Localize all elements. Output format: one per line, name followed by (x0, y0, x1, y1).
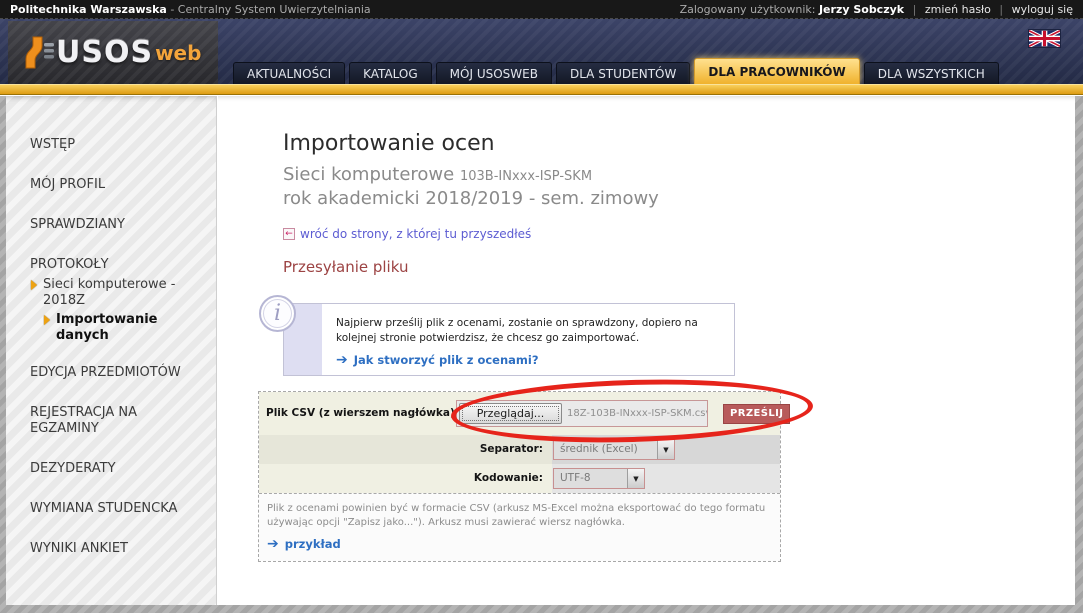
course-subtitle: Sieci komputerowe 103B-INxxx-ISP-SKM (283, 164, 592, 185)
chevron-down-icon: ▼ (627, 469, 644, 488)
separator-field-cell: średnik (Excel) ▼ (552, 435, 780, 464)
page-frame-bottom (0, 605, 1083, 613)
file-row: Plik CSV (z wierszem nagłówka): Przegląd… (259, 392, 780, 435)
tab-katalog[interactable]: KATALOG (349, 62, 432, 84)
back-arrow-icon: ← (283, 228, 295, 240)
back-link-label: wróć do strony, z której tu przyszedłeś (300, 227, 531, 241)
info-icon: i (259, 295, 296, 332)
section-heading: Przesyłanie pliku (283, 258, 408, 276)
info-text: Najpierw prześlij plik z ocenami, zostan… (336, 316, 724, 346)
chevron-down-icon: ▼ (657, 440, 674, 459)
sidebar-subitem-label: Sieci komputerowe - 2018Z (43, 277, 202, 309)
example-link[interactable]: ➔ przykład (267, 537, 772, 551)
sidebar-subitem-sieci-komputerowe[interactable]: Sieci komputerowe - 2018Z (30, 277, 202, 309)
sidebar-item-edycja-przedmiotow[interactable]: EDYCJA PRZEDMIOTÓW (30, 365, 202, 381)
browse-button[interactable]: Przeglądaj... (459, 403, 562, 424)
form-note: Plik z ocenami powinien być w formacie C… (259, 493, 780, 561)
logged-in-user: Jerzy Sobczyk (819, 3, 904, 16)
header: USOSweb AKTUALNOŚCI KATALOG MÓJ USOSWEB … (0, 19, 1083, 84)
sidebar-item-wstep[interactable]: WSTĘP (30, 137, 202, 153)
tab-aktualnosci[interactable]: AKTUALNOŚCI (233, 62, 345, 84)
encoding-select[interactable]: UTF-8 ▼ (553, 468, 645, 489)
usosweb-logo[interactable]: USOSweb (8, 21, 218, 84)
blue-arrow-icon: ➔ (267, 538, 279, 550)
upload-form: Plik CSV (z wierszem nagłówka): Przegląd… (258, 391, 781, 562)
tab-dla-studentow[interactable]: DLA STUDENTÓW (556, 62, 690, 84)
sidebar-item-moj-profil[interactable]: MÓJ PROFIL (30, 177, 202, 193)
separator: | (913, 3, 917, 16)
logged-in-label: Zalogowany użytkownik: (680, 3, 816, 16)
gold-accent-bar (0, 84, 1083, 95)
separator-row: Separator: średnik (Excel) ▼ (259, 435, 780, 464)
encoding-field-cell: UTF-8 ▼ (552, 464, 780, 493)
page-title: Importowanie ocen (283, 131, 495, 156)
logo-text-usos: USOS (56, 35, 153, 70)
selected-file-name: 18Z-103B-INxxx-ISP-SKM.csv (567, 401, 707, 426)
main-nav: AKTUALNOŚCI KATALOG MÓJ USOSWEB DLA STUD… (233, 58, 999, 84)
info-box: i Najpierw prześlij plik z ocenami, zost… (283, 303, 735, 376)
tab-dla-pracownikow[interactable]: DLA PRACOWNIKÓW (694, 58, 859, 84)
tab-moj-usosweb[interactable]: MÓJ USOSWEB (436, 62, 552, 84)
encoding-label: Kodowanie: (259, 464, 552, 493)
institution-name: Politechnika Warszawska (10, 3, 167, 16)
academic-term: rok akademicki 2018/2019 - sem. zimowy (283, 188, 659, 209)
usos-flame-icon (20, 34, 56, 72)
course-code: 103B-INxxx-ISP-SKM (460, 169, 592, 184)
sidebar-item-sprawdziany[interactable]: SPRAWDZIANY (30, 217, 202, 233)
arrow-bullet-icon (31, 280, 37, 290)
uk-flag-icon[interactable] (1028, 29, 1061, 48)
separator-select[interactable]: średnik (Excel) ▼ (553, 439, 675, 460)
separator-label: Separator: (259, 435, 552, 464)
how-to-create-file-label: Jak stworzyć plik z ocenami? (354, 353, 539, 367)
sidebar-item-dezyderaty[interactable]: DEZYDERATY (30, 461, 202, 477)
sidebar-item-wyniki-ankiet[interactable]: WYNIKI ANKIET (30, 541, 202, 557)
session-info: Zalogowany użytkownik: Jerzy Sobczyk | z… (680, 3, 1073, 16)
top-utility-bar: Politechnika Warszawska - Centralny Syst… (0, 0, 1083, 19)
course-name: Sieci komputerowe (283, 164, 454, 185)
how-to-create-file-link[interactable]: ➔ Jak stworzyć plik z ocenami? (336, 353, 724, 367)
sidebar: WSTĘP MÓJ PROFIL SPRAWDZIANY PROTOKOŁY S… (6, 96, 217, 605)
logo-text-web: web (155, 41, 201, 65)
sidebar-item-protokoly[interactable]: PROTOKOŁY (30, 257, 202, 273)
separator: | (999, 3, 1003, 16)
submit-button[interactable]: PRZEŚLIJ (723, 404, 790, 424)
tab-dla-wszystkich[interactable]: DLA WSZYSTKICH (864, 62, 999, 84)
usosweb-page: Politechnika Warszawska - Centralny Syst… (0, 0, 1083, 613)
encoding-selected-value: UTF-8 (554, 469, 627, 488)
csv-file-input[interactable]: Przeglądaj... 18Z-103B-INxxx-ISP-SKM.csv (456, 400, 708, 427)
page-frame-right (1075, 96, 1083, 613)
info-box-body: Najpierw prześlij plik z ocenami, zostan… (322, 304, 734, 375)
file-field-label: Plik CSV (z wierszem nagłówka): (266, 407, 459, 419)
blue-arrow-icon: ➔ (336, 354, 348, 366)
csv-format-note: Plik z ocenami powinien być w formacie C… (267, 502, 771, 530)
encoding-row: Kodowanie: UTF-8 ▼ (259, 464, 780, 493)
separator-selected-value: średnik (Excel) (554, 440, 657, 459)
back-link[interactable]: ← wróć do strony, z której tu przyszedłe… (283, 227, 531, 241)
institution-label: Politechnika Warszawska - Centralny Syst… (10, 3, 371, 16)
logout-link[interactable]: wyloguj się (1012, 3, 1073, 16)
sidebar-subitem-label: Importowanie danych (56, 312, 202, 344)
system-name: - Centralny System Uwierzytelniania (170, 3, 370, 16)
change-password-link[interactable]: zmień hasło (925, 3, 991, 16)
sidebar-item-rejestracja-na-egzaminy[interactable]: REJESTRACJA NA EGZAMINY (30, 405, 202, 437)
example-link-label: przykład (285, 537, 341, 551)
arrow-bullet-icon (44, 315, 50, 325)
sidebar-subitem-importowanie-danych[interactable]: Importowanie danych (43, 312, 202, 344)
sidebar-item-wymiana-studencka[interactable]: WYMIANA STUDENCKA (30, 501, 202, 517)
